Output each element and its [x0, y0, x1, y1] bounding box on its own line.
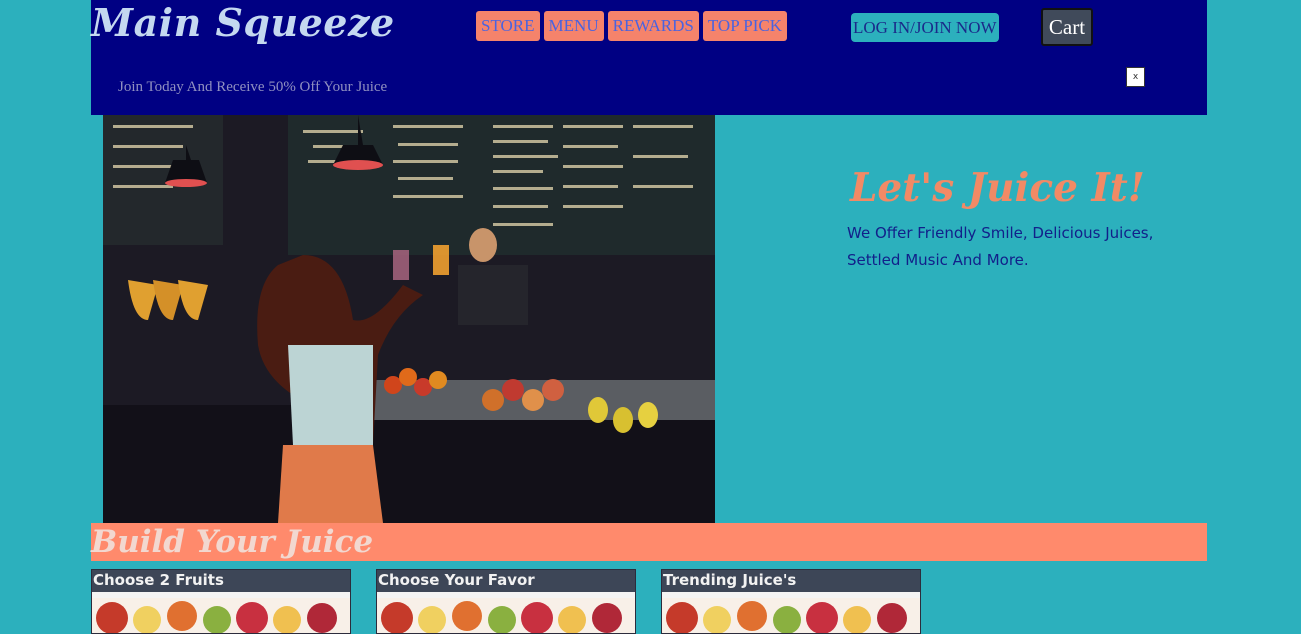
nav-menu[interactable]: MENU — [543, 11, 604, 41]
nav-rewards[interactable]: REWARDS — [607, 11, 699, 41]
fruit-image — [377, 598, 635, 633]
site-header: Main Squeeze STORE MENU REWARDS TOP PICK… — [91, 0, 1207, 115]
card-choose-fruits[interactable]: Choose 2 Fruits — [91, 569, 351, 634]
nav-store[interactable]: STORE — [476, 11, 540, 41]
hero-image — [103, 115, 715, 523]
fruit-image — [92, 598, 350, 633]
brand-logo[interactable]: Main Squeeze — [91, 0, 395, 45]
card-choose-favor[interactable]: Choose Your Favor — [376, 569, 636, 634]
nav-top-pick[interactable]: TOP PICK — [702, 11, 788, 41]
build-your-juice-title: Build Your Juice — [91, 524, 374, 560]
close-promo-button[interactable]: x — [1126, 67, 1145, 87]
build-your-juice-bar: Build Your Juice — [91, 523, 1207, 561]
card-trending-juices[interactable]: Trending Juice's — [661, 569, 921, 634]
main-nav: STORE MENU REWARDS TOP PICK — [476, 11, 788, 41]
card-title: Choose 2 Fruits — [92, 570, 350, 592]
cart-button[interactable]: Cart — [1041, 8, 1093, 46]
hero-tagline: Let's Juice It! — [850, 165, 1145, 211]
hero-subtitle: We Offer Friendly Smile, Delicious Juice… — [847, 224, 1154, 269]
card-title: Choose Your Favor — [377, 570, 635, 592]
fruit-image — [662, 598, 920, 633]
card-title: Trending Juice's — [662, 570, 920, 592]
promo-banner-text: Join Today And Receive 50% Off Your Juic… — [118, 79, 388, 95]
login-join-button[interactable]: LOG IN/JOIN NOW — [851, 13, 999, 42]
